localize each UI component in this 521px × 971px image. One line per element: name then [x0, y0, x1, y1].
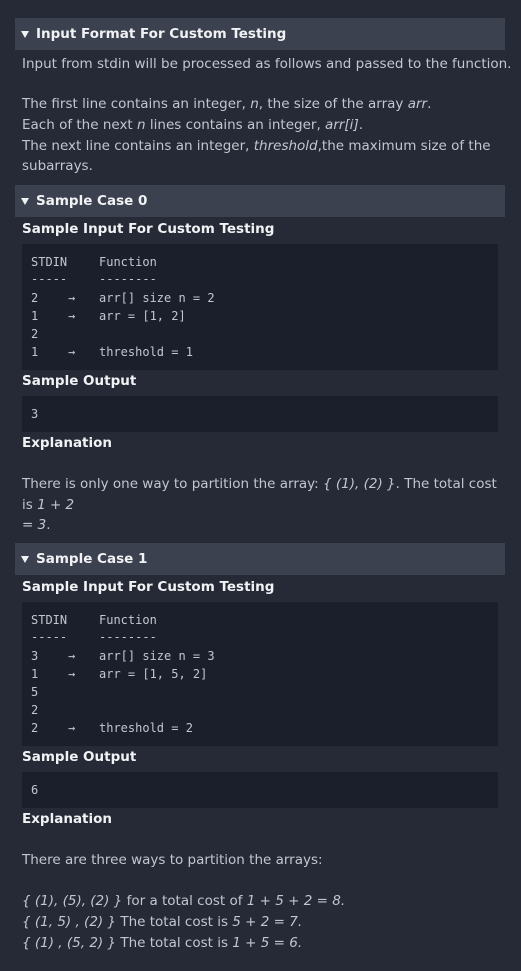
arrow-icon: →: [68, 309, 76, 323]
case1-way-1: { (1), (5), (2) } for a total cost of 1 …: [22, 893, 346, 909]
arrow-icon: →: [68, 649, 76, 663]
sep-stdin: -----: [31, 272, 68, 286]
stdin-value: 2: [31, 291, 39, 305]
col-function: Function: [99, 613, 157, 627]
stdin-value: 2: [31, 721, 39, 735]
arrow-icon: →: [68, 721, 76, 735]
function-value: arr[] size n = 2: [99, 291, 215, 305]
case1-explanation-label: Explanation: [22, 811, 113, 827]
col-stdin: STDIN: [31, 613, 68, 627]
case1-input-code: STDIN Function ----- -------- 3 → arr[] …: [22, 602, 498, 746]
output-value: 6: [31, 783, 39, 797]
input-format-header[interactable]: Input Format For Custom Testing: [15, 18, 505, 50]
stdin-value: 2: [31, 703, 39, 717]
sample-case-1-title: Sample Case 1: [36, 551, 148, 567]
function-value: arr = [1, 2]: [99, 309, 186, 323]
stdin-value: 1: [31, 667, 39, 681]
stdin-value: 1: [31, 309, 39, 323]
stdin-value: 5: [31, 685, 39, 699]
collapse-triangle-icon: [21, 30, 29, 38]
input-format-line1: The first line contains an integer, n, t…: [22, 96, 432, 112]
stdin-value: 2: [31, 327, 39, 341]
function-value: arr[] size n = 3: [99, 649, 215, 663]
input-format-intro: Input from stdin will be processed as fo…: [22, 56, 512, 72]
col-stdin: STDIN: [31, 255, 68, 269]
case0-output-label: Sample Output: [22, 373, 137, 389]
case0-input-code: STDIN Function ----- -------- 2 → arr[] …: [22, 244, 498, 370]
sample-case-1-header[interactable]: Sample Case 1: [15, 543, 505, 575]
arrow-icon: →: [68, 667, 76, 681]
sample-case-0-title: Sample Case 0: [36, 193, 148, 209]
stdin-value: 3: [31, 649, 39, 663]
arrow-icon: →: [68, 345, 76, 359]
input-format-line3-cont: subarrays.: [22, 158, 93, 174]
input-format-title: Input Format For Custom Testing: [36, 26, 287, 42]
sep-function: --------: [99, 630, 157, 644]
case1-explanation-intro: There are three ways to partition the ar…: [22, 852, 323, 868]
sep-stdin: -----: [31, 630, 68, 644]
sep-function: --------: [99, 272, 157, 286]
input-format-line3: The next line contains an integer, thres…: [22, 138, 491, 154]
case0-output-code: 3: [22, 396, 498, 432]
output-value: 3: [31, 407, 39, 421]
case1-way-3: { (1) , (5, 2) } The total cost is 1 + 5…: [22, 935, 303, 951]
function-value: arr = [1, 5, 2]: [99, 667, 208, 681]
case1-output-label: Sample Output: [22, 749, 137, 765]
col-function: Function: [99, 255, 157, 269]
function-value: threshold = 1: [99, 345, 193, 359]
case0-input-label: Sample Input For Custom Testing: [22, 221, 275, 237]
function-value: threshold = 2: [99, 721, 193, 735]
case1-way-2: { (1, 5) , (2) } The total cost is 5 + 2…: [22, 914, 303, 930]
sample-case-0-header[interactable]: Sample Case 0: [15, 185, 505, 217]
stdin-value: 1: [31, 345, 39, 359]
arrow-icon: →: [68, 291, 76, 305]
collapse-triangle-icon: [21, 197, 29, 205]
case0-explanation-label: Explanation: [22, 435, 113, 451]
case0-explanation: There is only one way to partition the a…: [22, 476, 497, 533]
case1-output-code: 6: [22, 772, 498, 808]
collapse-triangle-icon: [21, 555, 29, 563]
input-format-line2: Each of the next n lines contains an int…: [22, 117, 364, 133]
case1-input-label: Sample Input For Custom Testing: [22, 579, 275, 595]
